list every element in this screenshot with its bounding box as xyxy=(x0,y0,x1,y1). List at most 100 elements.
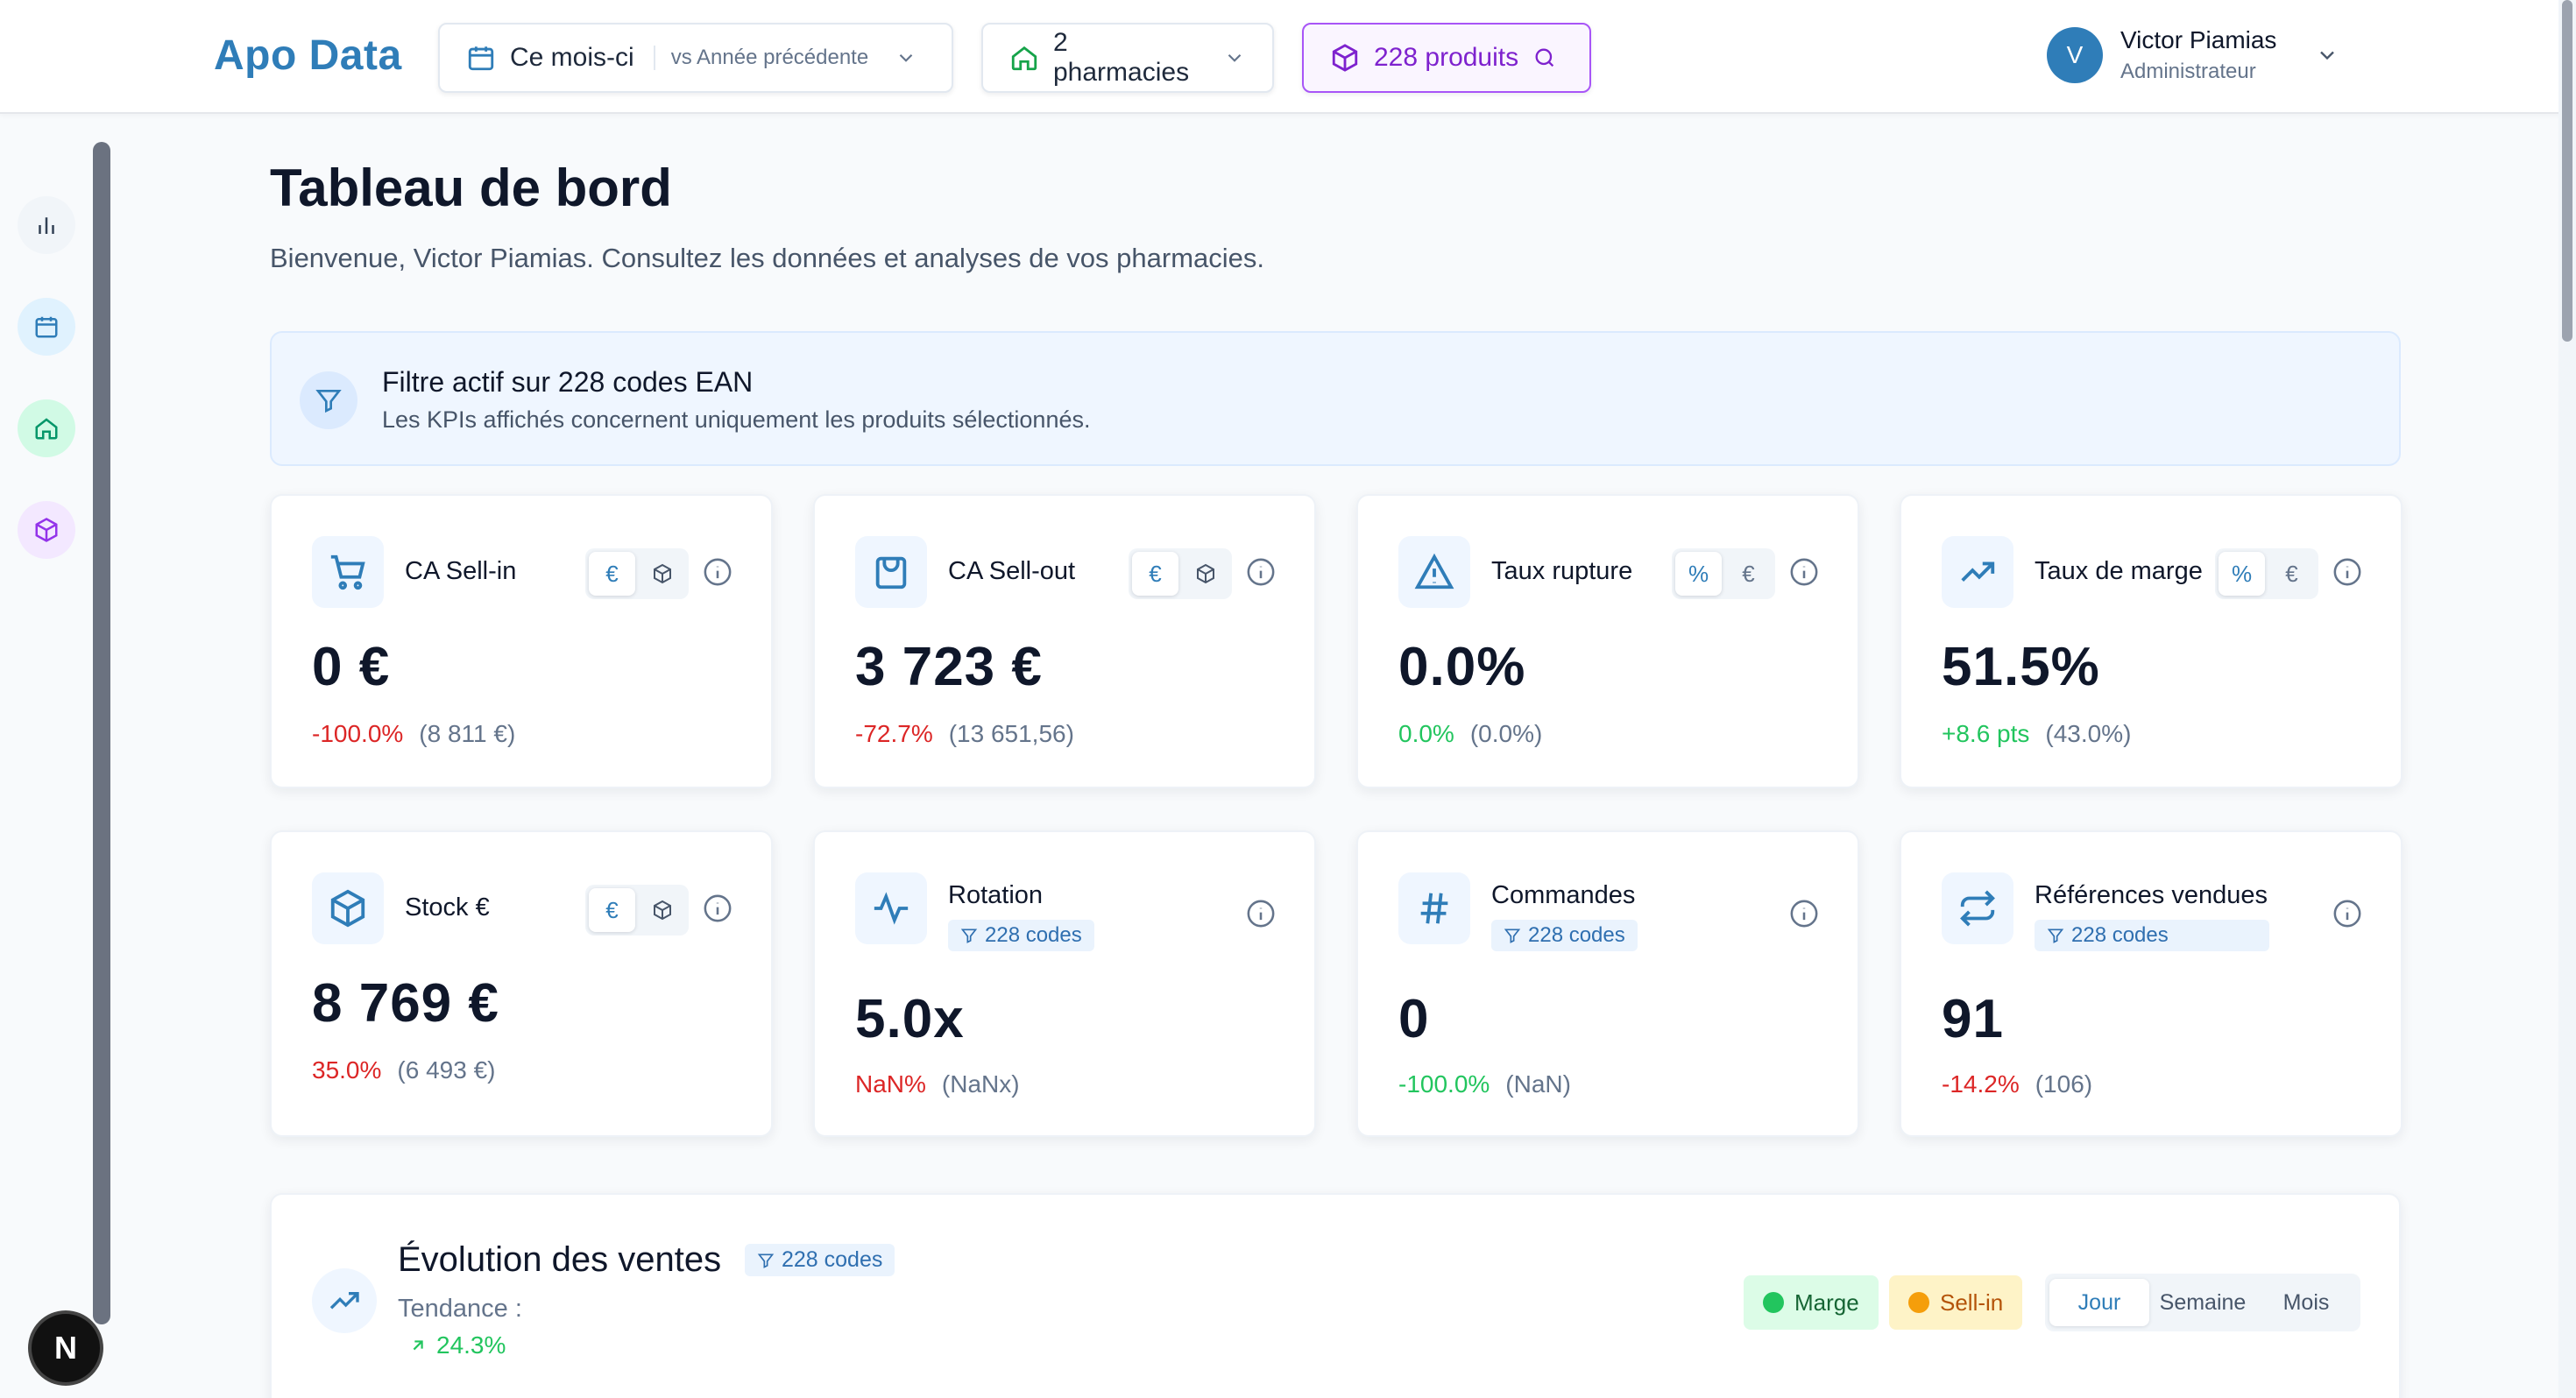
kpi-title: Stock € xyxy=(405,893,490,921)
sidebar xyxy=(0,114,96,1398)
kpi-delta: -72.7% (13 651,56) xyxy=(855,720,1074,748)
kpi-card-stock: Stock € € 8 769 € 35.0% (6 493 €) xyxy=(270,830,773,1137)
info-icon[interactable] xyxy=(703,893,732,923)
filter-icon xyxy=(300,371,357,429)
period-option-semaine[interactable]: Semaine xyxy=(2153,1279,2253,1326)
trend-percentage: 24.3% xyxy=(436,1331,506,1359)
kpi-change: -100.0% xyxy=(312,720,404,747)
cart-icon xyxy=(312,536,384,608)
euro-toggle-option[interactable]: € xyxy=(1725,552,1772,596)
filter-icon xyxy=(757,1253,775,1268)
app-logo[interactable]: Apo Data xyxy=(214,32,402,80)
kpi-previous: (8 811 €) xyxy=(419,720,516,747)
box-toggle-option[interactable] xyxy=(639,552,685,596)
legend-dot xyxy=(1763,1292,1784,1313)
period-option-mois[interactable]: Mois xyxy=(2256,1279,2356,1326)
page-subtitle: Bienvenue, Victor Piamias. Consultez les… xyxy=(270,243,1264,273)
legend-label: Sell-in xyxy=(1940,1289,2004,1316)
shopping-bag-icon xyxy=(855,536,927,608)
sidebar-item-pharmacies[interactable] xyxy=(18,399,75,457)
period-selector[interactable]: Ce mois-ci vs Année précédente xyxy=(438,23,953,93)
products-selector[interactable]: 228 produits xyxy=(1302,23,1591,93)
euro-toggle-option[interactable]: € xyxy=(2268,552,2315,596)
unit-toggle[interactable]: % € xyxy=(2215,548,2318,599)
unit-toggle[interactable]: € xyxy=(1129,548,1232,599)
euro-toggle-option[interactable]: € xyxy=(1132,552,1178,596)
info-icon[interactable] xyxy=(2332,557,2362,587)
kpi-card-taux-de-marge: Taux de marge % € 51.5% +8.6 pts (43.0%) xyxy=(1900,494,2403,788)
box-toggle-option[interactable] xyxy=(639,888,685,932)
kpi-delta: NaN% (NaNx) xyxy=(855,1070,1020,1098)
box-icon xyxy=(312,872,384,944)
chevron-down-icon xyxy=(2320,51,2335,60)
legend-sell-in[interactable]: Sell-in xyxy=(1889,1275,2023,1330)
kpi-change: 0.0% xyxy=(1398,720,1454,747)
sidebar-item-products[interactable] xyxy=(18,501,75,559)
codes-badge: 228 codes xyxy=(1491,920,1638,951)
unit-toggle[interactable]: € xyxy=(585,885,689,936)
sidebar-item-calendar[interactable] xyxy=(18,298,75,356)
kpi-delta: +8.6 pts (43.0%) xyxy=(1942,720,2131,748)
kpi-change: -100.0% xyxy=(1398,1070,1490,1098)
window-scrollbar-thumb[interactable] xyxy=(2562,0,2572,342)
user-name: Victor Piamias xyxy=(2120,26,2277,53)
filter-icon xyxy=(2047,928,2064,943)
hash-icon xyxy=(1398,872,1470,944)
chevron-down-icon xyxy=(1228,53,1242,62)
kpi-value: 3 723 € xyxy=(855,637,1043,697)
trending-up-icon xyxy=(312,1268,377,1333)
kpi-previous: (NaNx) xyxy=(941,1070,1020,1098)
trending-up-icon xyxy=(1942,536,2013,608)
sidebar-item-dashboard[interactable] xyxy=(18,196,75,254)
filter-title: Filtre actif sur 228 codes EAN xyxy=(382,366,754,398)
products-label: 228 produits xyxy=(1374,43,1519,72)
info-icon[interactable] xyxy=(1789,557,1819,587)
codes-badge-label: 228 codes xyxy=(985,923,1082,947)
kpi-value: 5.0x xyxy=(855,989,965,1049)
info-icon[interactable] xyxy=(1789,899,1819,928)
home-icon xyxy=(35,418,58,440)
period-option-jour[interactable]: Jour xyxy=(2049,1279,2149,1326)
euro-toggle-option[interactable]: € xyxy=(589,552,635,596)
unit-toggle[interactable]: € xyxy=(585,548,689,599)
arrow-up-right-icon xyxy=(413,1340,423,1351)
kpi-title: Rotation xyxy=(948,881,1044,909)
period-toggle[interactable]: Jour Semaine Mois xyxy=(2045,1274,2360,1331)
info-icon[interactable] xyxy=(1246,899,1276,928)
filter-icon xyxy=(960,928,978,943)
kpi-value: 51.5% xyxy=(1942,637,2100,697)
pharmacies-selector[interactable]: 2 pharmacies xyxy=(981,23,1274,93)
dev-tools-badge[interactable]: N xyxy=(32,1314,100,1382)
box-icon xyxy=(653,900,671,921)
sales-evolution-card: Évolution des ventes 228 codes Tendance … xyxy=(270,1193,2401,1398)
top-bar: Apo Data Ce mois-ci vs Année précédente … xyxy=(0,0,2576,114)
kpi-card-ca-sell-out: CA Sell-out € 3 723 € -72.7% (13 651,56) xyxy=(813,494,1316,788)
kpi-delta: 0.0% (0.0%) xyxy=(1398,720,1542,748)
box-toggle-option[interactable] xyxy=(1182,552,1228,596)
percent-toggle-option[interactable]: % xyxy=(1675,552,1722,596)
window-scrollbar[interactable] xyxy=(2558,0,2576,1398)
period-label: Ce mois-ci xyxy=(510,43,634,72)
percent-toggle-option[interactable]: % xyxy=(2219,552,2265,596)
kpi-previous: (13 651,56) xyxy=(948,720,1074,747)
euro-toggle-option[interactable]: € xyxy=(589,888,635,932)
info-icon[interactable] xyxy=(703,557,732,587)
codes-badge-label: 228 codes xyxy=(1528,923,1625,947)
filter-description: Les KPIs affichés concernent uniquement … xyxy=(382,406,1091,433)
sidebar-scrollbar[interactable] xyxy=(93,142,110,1324)
info-icon[interactable] xyxy=(2332,899,2362,928)
kpi-previous: (43.0%) xyxy=(2045,720,2132,747)
legend-marge[interactable]: Marge xyxy=(1744,1275,1879,1330)
kpi-value: 91 xyxy=(1942,989,2004,1049)
kpi-card-ca-sell-in: CA Sell-in € 0 € -100.0% (8 811 €) xyxy=(270,494,773,788)
kpi-change: 35.0% xyxy=(312,1056,382,1084)
info-icon[interactable] xyxy=(1246,557,1276,587)
legend-dot xyxy=(1908,1292,1929,1313)
kpi-card-taux-rupture: Taux rupture % € 0.0% 0.0% (0.0%) xyxy=(1356,494,1859,788)
unit-toggle[interactable]: % € xyxy=(1672,548,1775,599)
codes-badge-label: 228 codes xyxy=(782,1247,883,1272)
bar-chart-icon xyxy=(39,217,54,234)
user-menu[interactable]: V Victor Piamias Administrateur xyxy=(2047,26,2339,84)
kpi-delta: -14.2% (106) xyxy=(1942,1070,2092,1098)
kpi-title: CA Sell-in xyxy=(405,557,517,585)
